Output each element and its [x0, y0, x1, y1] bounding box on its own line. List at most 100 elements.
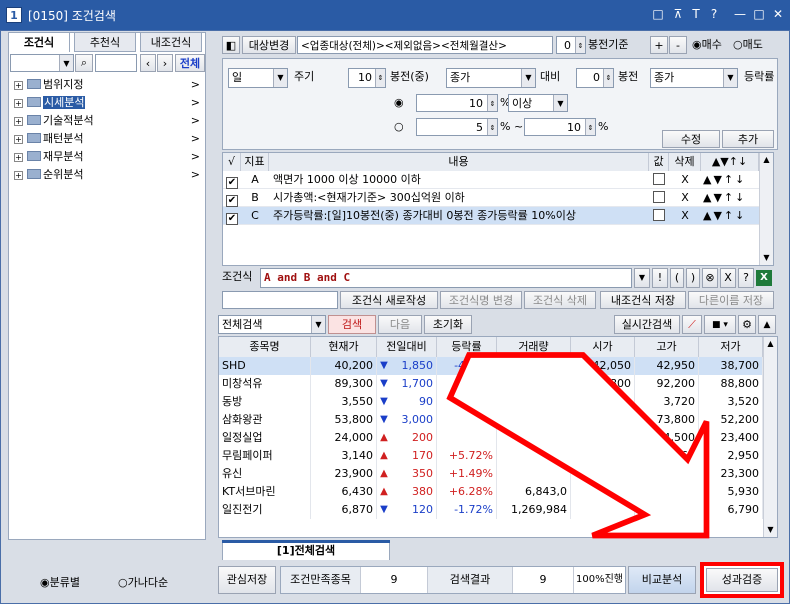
formula-op-open[interactable]: ( [670, 268, 684, 288]
pin-icon[interactable]: ⊼ [670, 6, 686, 22]
tree-item-pattern[interactable]: + 패턴분석 > [14, 130, 200, 148]
expand-icon[interactable]: + [14, 171, 23, 180]
sort-by-category[interactable]: ◉분류별 [40, 574, 80, 592]
delete-icon[interactable]: X [669, 189, 701, 207]
search-scope-combo[interactable]: 전체검색 ▼ [218, 315, 326, 334]
trade-buy[interactable]: ◉매수 [692, 36, 722, 54]
price-type-combo[interactable]: 종가 ▼ [446, 68, 536, 88]
tab-recommended[interactable]: 추천식 [74, 32, 136, 52]
all-button[interactable]: 전체 [175, 54, 205, 72]
tree-item-financial[interactable]: + 재무분석 > [14, 148, 200, 166]
tree-item-technical[interactable]: + 기술적분석 > [14, 112, 200, 130]
realtime-search-button[interactable]: 실시간검색 [614, 315, 680, 334]
compare-analysis-button[interactable]: 비교분석 [628, 566, 696, 594]
rename-formula-button[interactable]: 조건식명 변경 [440, 291, 522, 309]
expand-icon[interactable]: + [14, 153, 23, 162]
minimize-icon[interactable]: — [732, 6, 748, 22]
bong2-stepper[interactable]: 0 ⇕ [576, 68, 614, 88]
search-button[interactable]: 검색 [328, 315, 376, 334]
search-input[interactable] [95, 54, 137, 72]
save-interest-button[interactable]: 관심저장 [218, 566, 276, 594]
radio-checked-icon[interactable]: ◉ [40, 576, 50, 589]
expand-icon[interactable]: + [14, 135, 23, 144]
spin-icon[interactable]: ⇕ [603, 69, 613, 87]
value3-stepper[interactable]: 10 ⇕ [524, 118, 596, 136]
tab-conditions[interactable]: 조건식 [8, 32, 70, 52]
next-button[interactable]: 다음 [378, 315, 422, 334]
delete-formula-button[interactable]: 조건식 삭제 [524, 291, 596, 309]
category-combo[interactable]: ▼ [10, 54, 74, 72]
condition-row[interactable]: ✔ B 시가총액:<현재가기준> 300십억원 이하 X ▲▼↑↓ [223, 189, 771, 207]
expand-icon[interactable]: + [14, 117, 23, 126]
above-combo[interactable]: 이상 ▼ [508, 94, 568, 112]
modify-button[interactable]: 수정 [662, 130, 720, 148]
formula-op-not[interactable]: ! [652, 268, 668, 288]
tree-item-range[interactable]: + 범위지정 > [14, 76, 200, 94]
sort-by-name[interactable]: ○가나다순 [118, 574, 168, 592]
expand-icon[interactable]: + [14, 99, 23, 108]
expand-icon[interactable]: + [14, 81, 23, 90]
scroll-down-icon[interactable]: ▼ [764, 523, 777, 537]
prev-icon[interactable]: ‹ [140, 54, 156, 72]
reset-button[interactable]: 초기화 [424, 315, 472, 334]
value2-stepper[interactable]: 5 ⇕ [416, 118, 498, 136]
checkbox-icon[interactable] [653, 191, 665, 203]
checkbox-checked-icon[interactable]: ✔ [226, 213, 238, 225]
next-icon[interactable]: › [157, 54, 173, 72]
help-icon[interactable]: ? [706, 6, 722, 22]
bong-stepper[interactable]: 10 ⇕ [348, 68, 386, 88]
radio-checked-icon[interactable]: ◉ [692, 38, 702, 51]
delete-icon[interactable]: X [669, 207, 701, 225]
formula-input[interactable]: A and B and C [260, 268, 632, 288]
value1-stepper[interactable]: 10 ⇕ [416, 94, 498, 112]
tab-all-search[interactable]: [1]전체검색 [222, 540, 390, 560]
tree-item-price[interactable]: + 시세분석 > [14, 94, 200, 112]
minus-button[interactable]: - [669, 36, 687, 54]
spin-icon[interactable]: ⇕ [487, 95, 497, 111]
checkbox-icon[interactable] [653, 209, 665, 221]
close-icon[interactable]: ✕ [770, 6, 786, 22]
trade-sell[interactable]: ○매도 [733, 36, 763, 54]
spin-icon[interactable]: ⇕ [487, 119, 497, 135]
target-change-button[interactable]: 대상변경 [242, 36, 296, 54]
save-as-button[interactable]: 다른이름 저장 [688, 291, 774, 309]
formula-op-dropdown[interactable]: ▼ [634, 268, 650, 288]
performance-verify-button[interactable]: 성과검증 [706, 568, 778, 592]
scroll-up-icon[interactable]: ▲ [760, 153, 773, 167]
window-icon[interactable]: ◧ [222, 36, 240, 54]
save-my-formula-button[interactable]: 내조건식 저장 [600, 291, 686, 309]
restore-icon[interactable]: □ [650, 6, 666, 22]
formula-op-clear[interactable]: X [720, 268, 736, 288]
formula-name-input[interactable] [222, 291, 338, 309]
radio-icon[interactable]: ○ [394, 118, 404, 136]
radio-icon[interactable]: ○ [733, 38, 743, 51]
new-formula-button[interactable]: 조건식 새로작성 [340, 291, 438, 309]
font-icon[interactable]: T [688, 6, 704, 22]
tree-item-ranking[interactable]: + 순위분석 > [14, 166, 200, 184]
period-combo[interactable]: 일 ▼ [228, 68, 288, 88]
tab-my-conditions[interactable]: 내조건식 [140, 32, 202, 52]
formula-op-close[interactable]: ) [686, 268, 700, 288]
checkbox-checked-icon[interactable]: ✔ [226, 177, 238, 189]
order-arrows-icon[interactable]: ▲▼↑↓ [703, 207, 759, 225]
condition-row[interactable]: ✔ C 주가등락률:[일]10봉전(중) 종가대비 0봉전 종가등락률 10%이… [223, 207, 771, 225]
plus-button[interactable]: + [650, 36, 668, 54]
radio-icon[interactable]: ○ [118, 576, 128, 589]
conditions-scrollbar[interactable]: ▲ ▼ [759, 153, 773, 265]
checkbox-icon[interactable] [653, 173, 665, 185]
chart-icon[interactable]: ⟋ [682, 315, 702, 334]
price-type2-combo[interactable]: 종가 ▼ [650, 68, 738, 88]
collapse-up-icon[interactable]: ▲ [758, 315, 776, 334]
search-icon[interactable]: ⌕ [75, 54, 93, 72]
scroll-up-icon[interactable]: ▲ [764, 337, 777, 351]
spin-icon[interactable]: ⇕ [375, 69, 385, 87]
delete-icon[interactable]: X [669, 171, 701, 189]
order-arrows-icon[interactable]: ▲▼↑↓ [703, 189, 759, 207]
excel-icon[interactable]: X [756, 270, 772, 286]
spin-icon[interactable]: ⇕ [575, 37, 585, 53]
results-scrollbar[interactable]: ▲ ▼ [763, 337, 777, 537]
radio-checked-icon[interactable]: ◉ [394, 94, 404, 112]
checkbox-checked-icon[interactable]: ✔ [226, 195, 238, 207]
gear-icon[interactable]: ⚙ [738, 315, 756, 334]
condition-row[interactable]: ✔ A 액면가 1000 이상 10000 이하 X ▲▼↑↓ [223, 171, 771, 189]
